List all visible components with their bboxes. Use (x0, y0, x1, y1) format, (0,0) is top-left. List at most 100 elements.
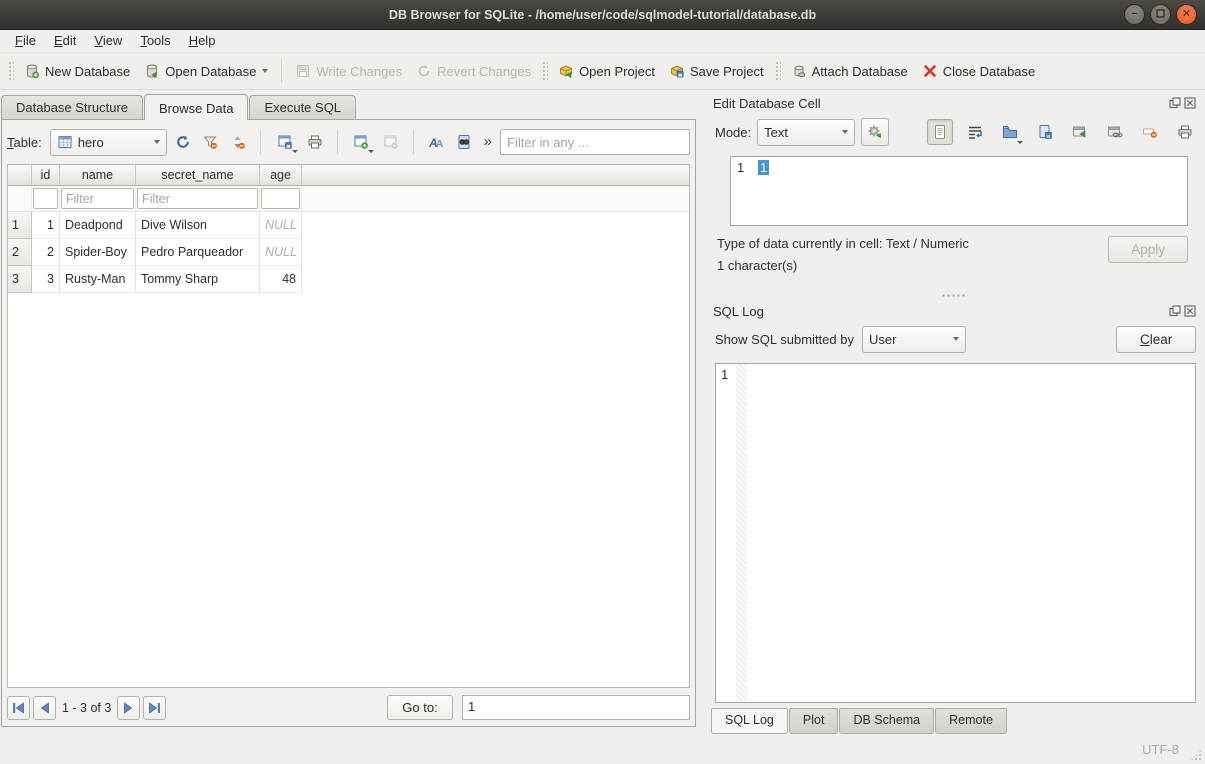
tab-database-structure[interactable]: Database Structure (1, 95, 143, 119)
insert-record-button[interactable] (348, 129, 376, 155)
clear-filters-button[interactable] (199, 129, 223, 155)
cell-editor[interactable]: 1 1 (730, 156, 1188, 226)
table-row[interactable]: 1 1 Deadpond Dive Wilson NULL (8, 212, 689, 239)
refresh-button[interactable] (171, 129, 195, 155)
word-wrap-button[interactable] (962, 119, 988, 145)
filter-any-input[interactable] (500, 129, 690, 155)
grid-corner-header[interactable] (8, 165, 32, 186)
filter-input-name[interactable] (61, 188, 134, 209)
import-cell-data-button[interactable] (997, 119, 1023, 145)
toolbar-grip[interactable] (7, 60, 14, 82)
save-project-button[interactable]: Save Project (662, 58, 771, 84)
clear-log-button[interactable]: Clear (1116, 326, 1196, 353)
print-button[interactable] (303, 129, 327, 155)
insert-record-dropdown-arrow[interactable] (368, 150, 374, 153)
column-header-age[interactable]: age (260, 165, 302, 186)
save-results-dropdown-arrow[interactable] (292, 150, 298, 153)
column-header-name[interactable]: name (60, 165, 136, 186)
close-database-button[interactable]: Close Database (915, 58, 1043, 84)
minimize-button[interactable]: − (1124, 4, 1145, 25)
close-dock-icon[interactable] (1184, 97, 1196, 109)
close-button[interactable]: ✕ (1176, 4, 1197, 25)
goto-input[interactable]: 1 (462, 695, 690, 720)
column-header-id[interactable]: id (32, 165, 60, 186)
auto-switch-mode-button[interactable] (861, 118, 889, 146)
print-cell-button[interactable] (1172, 119, 1198, 145)
save-results-button[interactable] (271, 129, 299, 155)
cell-secret-name[interactable]: Pedro Parqueador (136, 239, 260, 266)
previous-record-button[interactable] (33, 696, 56, 720)
open-database-button[interactable]: Open Database (137, 58, 275, 84)
menu-view[interactable]: View (85, 30, 131, 52)
set-null-button[interactable] (1137, 119, 1163, 145)
new-database-button[interactable]: New Database (17, 58, 137, 84)
menu-tools[interactable]: Tools (131, 30, 179, 52)
filter-input-secret-name[interactable] (137, 188, 258, 209)
open-project-button[interactable]: Open Project (551, 58, 662, 84)
submitted-by-select[interactable]: User (862, 326, 966, 353)
sql-log-content[interactable] (747, 364, 1195, 702)
table-row[interactable]: 2 2 Spider-Boy Pedro Parqueador NULL (8, 239, 689, 266)
edit-cell-dock-titlebar[interactable]: Edit Database Cell (709, 92, 1198, 112)
resize-grip[interactable] (1190, 749, 1202, 761)
clear-sorting-button[interactable] (226, 129, 250, 155)
tab-browse-data[interactable]: Browse Data (144, 94, 248, 120)
next-record-button[interactable] (117, 696, 140, 720)
mode-select[interactable]: Text (757, 119, 855, 146)
menu-edit[interactable]: Edit (45, 30, 85, 52)
find-in-cells-button[interactable] (452, 129, 476, 155)
row-number[interactable]: 2 (8, 239, 32, 266)
dock-tab-sql-log[interactable]: SQL Log (711, 708, 788, 734)
dock-tab-db-schema[interactable]: DB Schema (839, 708, 934, 734)
cell-name[interactable]: Spider-Boy (60, 239, 136, 266)
cell-editor-content[interactable]: 1 (757, 157, 1187, 225)
delete-record-button[interactable] (379, 129, 403, 155)
menu-file[interactable]: File (6, 30, 45, 52)
cell-age[interactable]: NULL (260, 212, 302, 239)
toolbar-overflow-chevron[interactable]: » (480, 133, 496, 152)
apply-button[interactable]: Apply (1108, 236, 1188, 263)
menu-help[interactable]: Help (180, 30, 225, 52)
cell-name[interactable]: Rusty-Man (60, 266, 136, 293)
column-header-secret-name[interactable]: secret_name (136, 165, 260, 186)
cell-id[interactable]: 2 (32, 239, 60, 266)
first-record-button[interactable] (7, 696, 30, 720)
dock-tab-plot[interactable]: Plot (789, 708, 839, 734)
encoding-indicator[interactable]: UTF-8 (1142, 742, 1179, 757)
attach-database-button[interactable]: Attach Database (784, 58, 915, 84)
open-database-dropdown-arrow[interactable] (262, 69, 268, 73)
sql-log-editor[interactable]: 1 (715, 363, 1196, 703)
cell-name[interactable]: Deadpond (60, 212, 136, 239)
goto-button[interactable]: Go to: (387, 695, 453, 720)
cell-age[interactable]: 48 (260, 266, 302, 293)
open-in-external-button[interactable] (1067, 119, 1093, 145)
cell-age[interactable]: NULL (260, 239, 302, 266)
cell-id[interactable]: 1 (32, 212, 60, 239)
filter-input-age[interactable] (261, 188, 300, 209)
dock-splitter[interactable] (709, 290, 1198, 300)
row-number[interactable]: 1 (8, 212, 32, 239)
tab-execute-sql[interactable]: Execute SQL (249, 95, 356, 119)
float-dock-icon[interactable] (1169, 305, 1181, 317)
toolbar-grip-2[interactable] (541, 60, 548, 82)
revert-changes-button[interactable]: Revert Changes (409, 58, 538, 84)
float-dock-icon[interactable] (1169, 97, 1181, 109)
cell-secret-name[interactable]: Dive Wilson (136, 212, 260, 239)
titlebar[interactable]: DB Browser for SQLite - /home/user/code/… (0, 0, 1205, 30)
write-changes-button[interactable]: Write Changes (288, 58, 409, 84)
table-select[interactable]: hero (50, 129, 167, 156)
font-format-button[interactable]: AA (424, 129, 448, 155)
filter-input-id[interactable] (33, 188, 58, 209)
toolbar-grip-3[interactable] (774, 60, 781, 82)
text-mode-button[interactable] (927, 119, 953, 145)
sql-log-dock-titlebar[interactable]: SQL Log (709, 300, 1198, 320)
close-dock-icon[interactable] (1184, 305, 1196, 317)
row-number[interactable]: 3 (8, 266, 32, 293)
cell-secret-name[interactable]: Tommy Sharp (136, 266, 260, 293)
copy-link-button[interactable] (1102, 119, 1128, 145)
cell-id[interactable]: 3 (32, 266, 60, 293)
last-record-button[interactable] (143, 696, 166, 720)
maximize-button[interactable] (1150, 4, 1171, 25)
export-cell-data-button[interactable] (1032, 119, 1058, 145)
table-row[interactable]: 3 3 Rusty-Man Tommy Sharp 48 (8, 266, 689, 293)
